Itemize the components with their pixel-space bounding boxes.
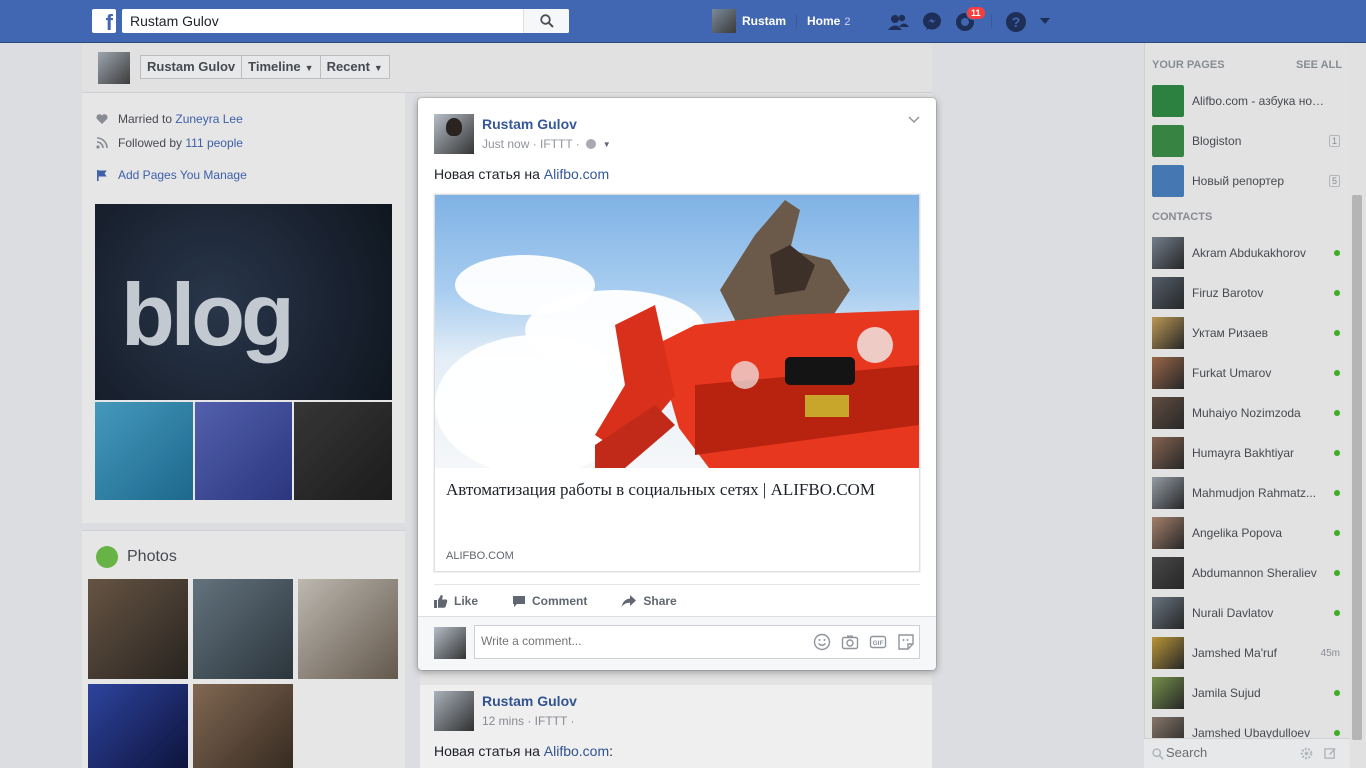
link-preview-image[interactable] bbox=[435, 195, 919, 468]
divider bbox=[434, 584, 920, 585]
comment-tools: GIF bbox=[813, 633, 915, 651]
post-actions: Like Comment Share bbox=[434, 592, 711, 610]
link-preview-card[interactable]: Автоматизация работы в социальных сетях … bbox=[434, 194, 920, 572]
comment-composer: GIF bbox=[418, 616, 936, 670]
top-navigation-bar: f Rustam Home2 11 ? bbox=[0, 0, 1366, 43]
notification-badge: 11 bbox=[966, 6, 986, 20]
post-text-link[interactable]: Alifbo.com bbox=[544, 166, 609, 182]
facebook-logo-icon[interactable]: f bbox=[92, 9, 116, 33]
friend-requests-icon[interactable] bbox=[887, 11, 909, 33]
nav-home-link[interactable]: Home 2 bbox=[807, 14, 850, 28]
comment-icon bbox=[513, 596, 526, 607]
globe-icon[interactable] bbox=[585, 139, 596, 149]
avatar[interactable] bbox=[434, 114, 474, 154]
camera-icon[interactable] bbox=[841, 633, 859, 651]
robot-car-graphic bbox=[595, 200, 919, 468]
nav-divider bbox=[796, 14, 797, 28]
link-preview-domain: ALIFBO.COM bbox=[446, 550, 514, 562]
svg-text:GIF: GIF bbox=[873, 640, 884, 647]
post-options-chevron-icon[interactable] bbox=[908, 116, 920, 124]
post-author-link[interactable]: Rustam Gulov bbox=[482, 116, 577, 132]
link-preview-title[interactable]: Автоматизация работы в социальных сетях … bbox=[446, 479, 886, 500]
post-meta: Just now · IFTTT · ▼ bbox=[482, 137, 611, 151]
emoji-icon[interactable] bbox=[813, 633, 831, 651]
comment-button[interactable]: Comment bbox=[512, 592, 587, 610]
post-text: Новая статья на Alifbo.com bbox=[434, 166, 610, 182]
chevron-down-icon[interactable]: ▼ bbox=[603, 140, 611, 149]
avatar bbox=[712, 9, 736, 33]
nav-divider bbox=[991, 14, 992, 28]
chevron-down-icon[interactable] bbox=[1038, 16, 1052, 26]
like-button[interactable]: Like bbox=[434, 592, 478, 610]
messenger-icon[interactable] bbox=[921, 11, 943, 33]
nav-profile-link[interactable]: Rustam bbox=[712, 9, 786, 33]
gif-icon[interactable]: GIF bbox=[869, 633, 887, 651]
sticker-icon[interactable] bbox=[897, 633, 915, 651]
comment-input[interactable] bbox=[475, 626, 795, 656]
search-input[interactable] bbox=[122, 9, 522, 33]
nav-user-name: Rustam bbox=[742, 14, 787, 28]
search-button[interactable] bbox=[523, 9, 569, 33]
avatar bbox=[434, 627, 466, 659]
share-icon bbox=[621, 595, 637, 607]
nav-home-label: Home bbox=[807, 14, 841, 28]
search-box bbox=[122, 9, 569, 33]
svg-text:?: ? bbox=[1012, 14, 1021, 30]
post-modal: Rustam Gulov Just now · IFTTT · ▼ Новая … bbox=[418, 98, 936, 670]
search-icon bbox=[540, 14, 554, 28]
nav-home-count: 2 bbox=[844, 16, 851, 28]
help-icon[interactable]: ? bbox=[1005, 11, 1027, 33]
share-button[interactable]: Share bbox=[621, 592, 677, 610]
like-icon bbox=[434, 595, 448, 608]
comment-box: GIF bbox=[474, 625, 920, 659]
